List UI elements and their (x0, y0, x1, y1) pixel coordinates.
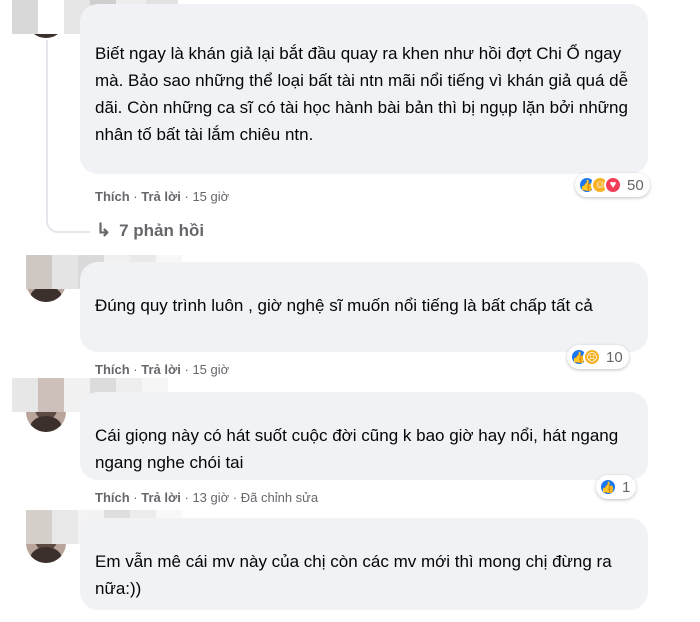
like-link[interactable]: Thích (95, 362, 130, 377)
reaction-count: 50 (627, 176, 644, 194)
comment-actions: Thích · Trả lời · 13 giờ · Đã chỉnh sửa (95, 490, 319, 505)
reaction-count: 10 (606, 348, 623, 366)
reaction-summary[interactable]: 👍 ☺ ♥ 50 (575, 173, 650, 197)
timestamp[interactable]: 15 giờ (192, 362, 229, 377)
reply-arrow-icon: ↳ (96, 220, 112, 240)
thread-connector (46, 205, 90, 233)
thread-line (46, 40, 48, 210)
reply-link[interactable]: Trả lời (141, 490, 181, 505)
like-icon: 👍 (599, 478, 617, 496)
view-replies-button[interactable]: ↳ 7 phản hồi (96, 220, 204, 241)
comment-text: Biết ngay là khán giả lại bắt đầu quay r… (95, 44, 629, 144)
sad-icon: ☹ (583, 348, 601, 366)
love-icon: ♥ (604, 176, 622, 194)
edited-label: Đã chỉnh sửa (240, 490, 319, 505)
comment-text: Cái giọng này có hát suốt cuộc đời cũng … (95, 426, 619, 472)
reply-link[interactable]: Trả lời (141, 362, 181, 377)
timestamp[interactable]: 13 giờ (192, 490, 229, 505)
reaction-summary[interactable]: 👍 1 (596, 475, 637, 499)
reply-link[interactable]: Trả lời (141, 189, 181, 204)
like-link[interactable]: Thích (95, 490, 130, 505)
reaction-count: 1 (622, 478, 631, 496)
like-link[interactable]: Thích (95, 189, 130, 204)
reaction-summary[interactable]: 👍 ☹ 10 (567, 345, 629, 369)
comment-actions: Thích · Trả lời · 15 giờ (95, 189, 230, 204)
comment-actions: Thích · Trả lời · 15 giờ (95, 362, 230, 377)
comment-text: Đúng quy trình luôn , giờ nghệ sĩ muốn n… (95, 296, 593, 315)
comment-text: Em vẫn mê cái mv này của chị còn các mv … (95, 552, 612, 598)
timestamp[interactable]: 15 giờ (192, 189, 229, 204)
